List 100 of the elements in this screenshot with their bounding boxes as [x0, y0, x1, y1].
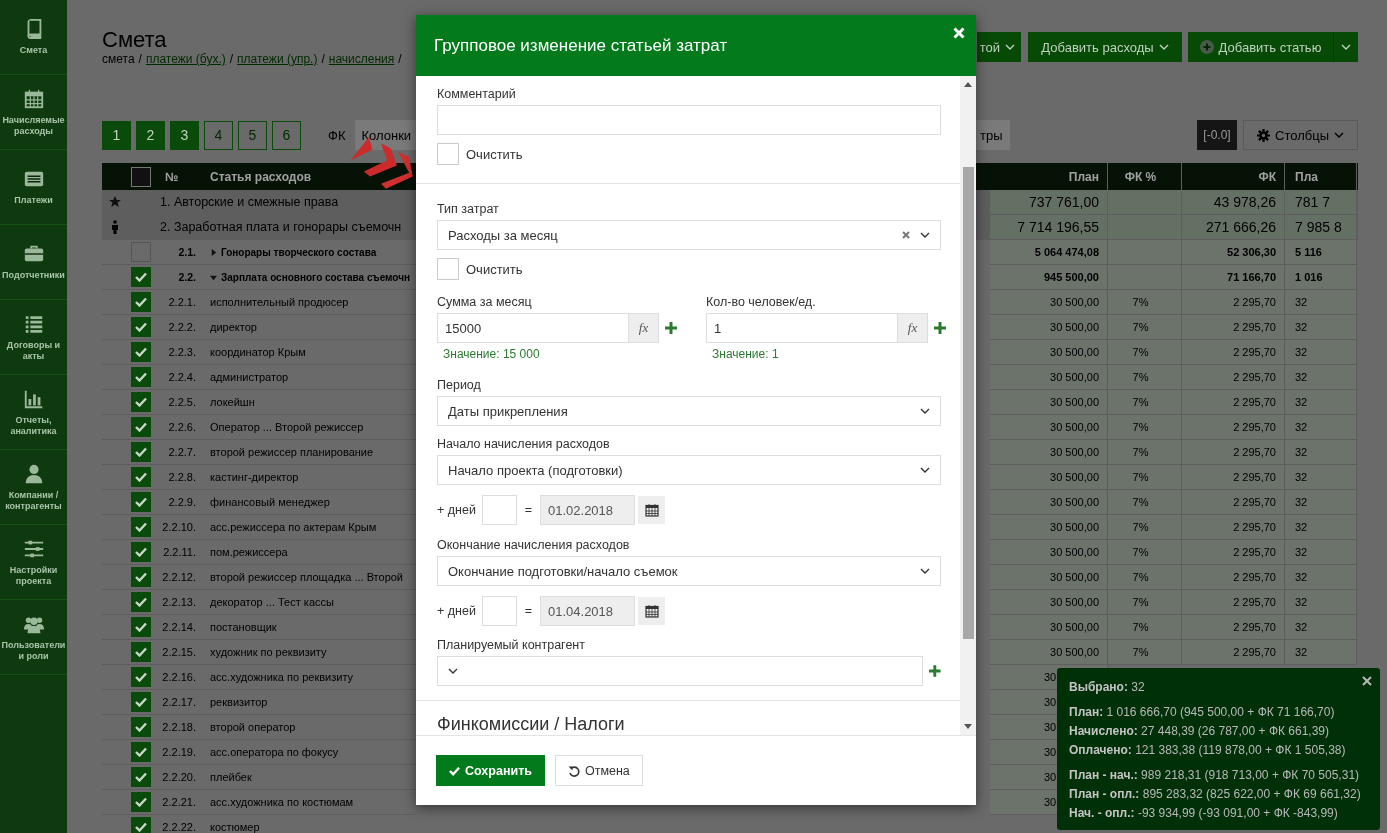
- checkbox[interactable]: [130, 692, 151, 712]
- table-cell: 2.2.20.: [153, 765, 210, 790]
- checkbox[interactable]: [130, 717, 151, 737]
- checkbox[interactable]: [130, 367, 151, 387]
- checkbox[interactable]: [130, 792, 151, 812]
- undo-icon: [567, 764, 580, 777]
- days-input[interactable]: [482, 495, 517, 525]
- check-icon: [134, 747, 147, 757]
- formula-button[interactable]: fx: [628, 314, 658, 342]
- table-cell: 71 166,70: [1182, 265, 1285, 290]
- table-cell: 2.1.: [153, 240, 210, 265]
- checkbox[interactable]: [130, 667, 151, 687]
- table-cell: 2.2.2.: [153, 315, 210, 340]
- sidebar-item[interactable]: Смета: [0, 0, 67, 75]
- checkbox[interactable]: [130, 592, 151, 612]
- table-cell: 2.2.15.: [153, 640, 210, 665]
- scroll-up-icon[interactable]: [964, 82, 972, 87]
- dropdown-button[interactable]: той: [977, 32, 1021, 62]
- save-button[interactable]: Сохранить: [436, 755, 545, 786]
- days-label: + дней: [437, 503, 477, 517]
- filter-button[interactable]: тры: [976, 120, 1010, 150]
- sidebar-item[interactable]: Компании / контрагенты: [0, 450, 67, 525]
- table-cell: 2.2.10.: [153, 515, 210, 540]
- table-cell: 30 500,00: [990, 515, 1108, 540]
- clear-icon[interactable]: [902, 231, 910, 239]
- table-cell: костюмер: [210, 815, 416, 833]
- plus-icon[interactable]: [929, 665, 941, 677]
- checkbox[interactable]: [130, 417, 151, 437]
- check-icon: [449, 765, 460, 776]
- checkbox[interactable]: [130, 567, 151, 587]
- select-field[interactable]: [437, 656, 924, 686]
- checkbox[interactable]: [130, 617, 151, 637]
- cancel-button[interactable]: Отмена: [554, 755, 643, 786]
- checkbox[interactable]: [130, 442, 151, 462]
- check-icon: [134, 547, 147, 557]
- add-button[interactable]: Добавить статью: [1188, 32, 1333, 62]
- table-cell: 30 500,00: [990, 415, 1108, 440]
- table-cell: 43 978,26: [1182, 190, 1285, 215]
- triangle-icon[interactable]: [210, 248, 217, 256]
- sidebar-item[interactable]: Пользователи и роли: [0, 600, 67, 675]
- input-field[interactable]: 15000 fx: [437, 313, 659, 343]
- checkbox[interactable]: [130, 317, 151, 337]
- table-cell: 7%: [1108, 540, 1182, 565]
- triangle-icon[interactable]: [210, 273, 217, 281]
- checkbox[interactable]: [130, 817, 151, 833]
- caret-icon: [920, 408, 930, 414]
- checkbox[interactable]: [130, 267, 151, 287]
- page-button[interactable]: 3: [170, 120, 199, 150]
- check-icon: [134, 422, 147, 432]
- check-icon: [134, 397, 147, 407]
- checkbox[interactable]: [130, 292, 151, 312]
- calendar-icon: [644, 503, 659, 517]
- checkbox[interactable]: [130, 392, 151, 412]
- sidebar-item[interactable]: Настройки проекта: [0, 525, 67, 600]
- field-label: Сумма за месяц: [437, 294, 533, 310]
- calendar-button[interactable]: [638, 597, 665, 625]
- table-cell: 52 306,30: [1182, 240, 1285, 265]
- formula-button[interactable]: fx: [897, 314, 927, 342]
- column-header: №: [165, 169, 179, 184]
- input-field[interactable]: 1 fx: [706, 313, 928, 343]
- checkbox[interactable]: [130, 517, 151, 537]
- calendar-button[interactable]: [638, 496, 665, 524]
- sidebar-item[interactable]: Начисляемые расходы: [0, 75, 67, 150]
- checkbox[interactable]: [130, 742, 151, 762]
- table-cell: 2.2.: [153, 265, 210, 290]
- plus-icon[interactable]: [665, 322, 677, 334]
- scrollbar-thumb[interactable]: [963, 167, 974, 639]
- sidebar-item[interactable]: Подотчетники: [0, 225, 67, 300]
- dropdown-toggle[interactable]: [1333, 32, 1358, 62]
- dropdown-button[interactable]: Добавить расходы: [1028, 32, 1182, 62]
- close-icon[interactable]: [1362, 676, 1372, 686]
- checkbox[interactable]: [130, 492, 151, 512]
- checkbox[interactable]: [130, 642, 151, 662]
- comment-field[interactable]: [437, 105, 941, 135]
- sidebar-item[interactable]: Платежи: [0, 150, 67, 225]
- sidebar-item[interactable]: Договоры и акты: [0, 300, 67, 375]
- select-field[interactable]: Начало проекта (подготовки): [437, 455, 941, 485]
- equals-sign: =: [523, 503, 534, 517]
- columns-button[interactable]: Столбцы: [1243, 120, 1358, 150]
- plus-icon[interactable]: [934, 322, 946, 334]
- sidebar-item[interactable]: Отчеты, аналитика: [0, 375, 67, 450]
- select-field[interactable]: Даты прикрепления: [437, 396, 941, 426]
- table-cell: 7%: [1108, 465, 1182, 490]
- range-badge[interactable]: [-0.0]: [1197, 120, 1237, 150]
- checkbox[interactable]: [130, 542, 151, 562]
- checkbox[interactable]: [130, 467, 151, 487]
- checkbox[interactable]: [130, 166, 151, 187]
- select-field[interactable]: Расходы за месяц: [437, 220, 941, 250]
- select-field[interactable]: Окончание подготовки/начало съемок: [437, 556, 941, 586]
- scroll-down-icon[interactable]: [964, 724, 972, 729]
- checkbox[interactable]: [130, 767, 151, 787]
- days-input[interactable]: [482, 596, 517, 626]
- page-title: Смета: [102, 28, 168, 52]
- table-cell: 5 064 474,08: [990, 240, 1108, 265]
- page-button[interactable]: 2: [136, 120, 165, 150]
- table-cell: 32: [1285, 540, 1357, 565]
- checkbox[interactable]: [130, 342, 151, 362]
- field-label: Кол-во человек/ед.: [706, 294, 817, 310]
- page-button[interactable]: 1: [102, 120, 131, 150]
- table-cell: 2.2.9.: [153, 490, 210, 515]
